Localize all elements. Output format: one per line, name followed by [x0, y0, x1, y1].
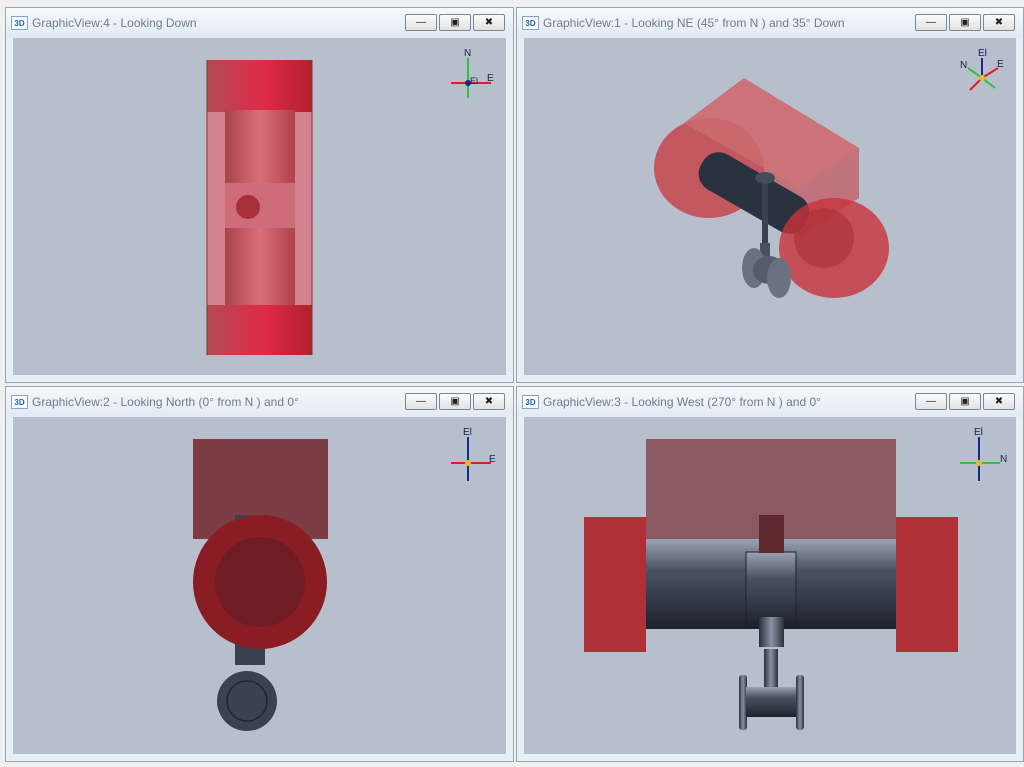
axis-triad-icon: N E El — [451, 48, 494, 98]
axis-label-n: N — [464, 48, 471, 59]
window-titlebar[interactable]: 3D GraphicView:2 - Looking North (0° fro… — [6, 387, 513, 417]
axis-label-n: N — [960, 60, 967, 71]
graphic-view-1-window[interactable]: 3D GraphicView:1 - Looking NE (45° from … — [516, 7, 1024, 383]
window-titlebar[interactable]: 3D GraphicView:4 - Looking Down — ▣ ✖ — [6, 8, 513, 38]
3d-app-icon: 3D — [11, 16, 28, 30]
axis-label-n: N — [1000, 454, 1007, 465]
window-titlebar[interactable]: 3D GraphicView:3 - Looking West (270° fr… — [517, 387, 1023, 417]
model-render-west-view — [584, 439, 958, 730]
axis-label-el: El — [470, 76, 478, 86]
minimize-button[interactable]: — — [915, 14, 947, 31]
axis-label-e: E — [997, 59, 1004, 70]
axis-triad-icon: El N — [960, 427, 1007, 481]
window-title: GraphicView:2 - Looking North (0° from N… — [32, 395, 299, 409]
graphic-view-2-window[interactable]: 3D GraphicView:2 - Looking North (0° fro… — [5, 386, 514, 762]
close-button[interactable]: ✖ — [473, 14, 505, 31]
3d-app-icon: 3D — [522, 395, 539, 409]
restore-button[interactable]: ▣ — [949, 14, 981, 31]
axis-triad-icon: El E N — [960, 48, 1004, 91]
axis-label-e: E — [489, 454, 496, 465]
window-title: GraphicView:3 - Looking West (270° from … — [543, 395, 821, 409]
axis-triad-icon: El E — [451, 427, 496, 481]
restore-button[interactable]: ▣ — [439, 393, 471, 410]
close-button[interactable]: ✖ — [473, 393, 505, 410]
axis-label-el: El — [978, 48, 987, 59]
window-title: GraphicView:1 - Looking NE (45° from N )… — [543, 16, 845, 30]
graphic-view-3-window[interactable]: 3D GraphicView:3 - Looking West (270° fr… — [516, 386, 1024, 762]
close-button[interactable]: ✖ — [983, 14, 1015, 31]
3d-viewport[interactable]: El E N — [524, 38, 1016, 375]
3d-viewport[interactable]: El N — [524, 417, 1016, 754]
graphic-view-4-window[interactable]: 3D GraphicView:4 - Looking Down — ▣ ✖ N … — [5, 7, 514, 383]
restore-button[interactable]: ▣ — [949, 393, 981, 410]
3d-viewport[interactable]: El E — [13, 417, 506, 754]
window-titlebar[interactable]: 3D GraphicView:1 - Looking NE (45° from … — [517, 8, 1023, 38]
model-render-top-view — [206, 60, 313, 355]
restore-button[interactable]: ▣ — [439, 14, 471, 31]
minimize-button[interactable]: — — [405, 14, 437, 31]
3d-app-icon: 3D — [11, 395, 28, 409]
minimize-button[interactable]: — — [915, 393, 947, 410]
model-render-iso-view — [654, 78, 889, 298]
close-button[interactable]: ✖ — [983, 393, 1015, 410]
3d-app-icon: 3D — [522, 16, 539, 30]
model-render-north-view — [193, 439, 328, 731]
window-title: GraphicView:4 - Looking Down — [32, 16, 197, 30]
axis-label-e: E — [487, 73, 494, 84]
3d-viewport[interactable]: N E El — [13, 38, 506, 375]
axis-label-el: El — [974, 427, 983, 438]
axis-label-el: El — [463, 427, 472, 438]
minimize-button[interactable]: — — [405, 393, 437, 410]
